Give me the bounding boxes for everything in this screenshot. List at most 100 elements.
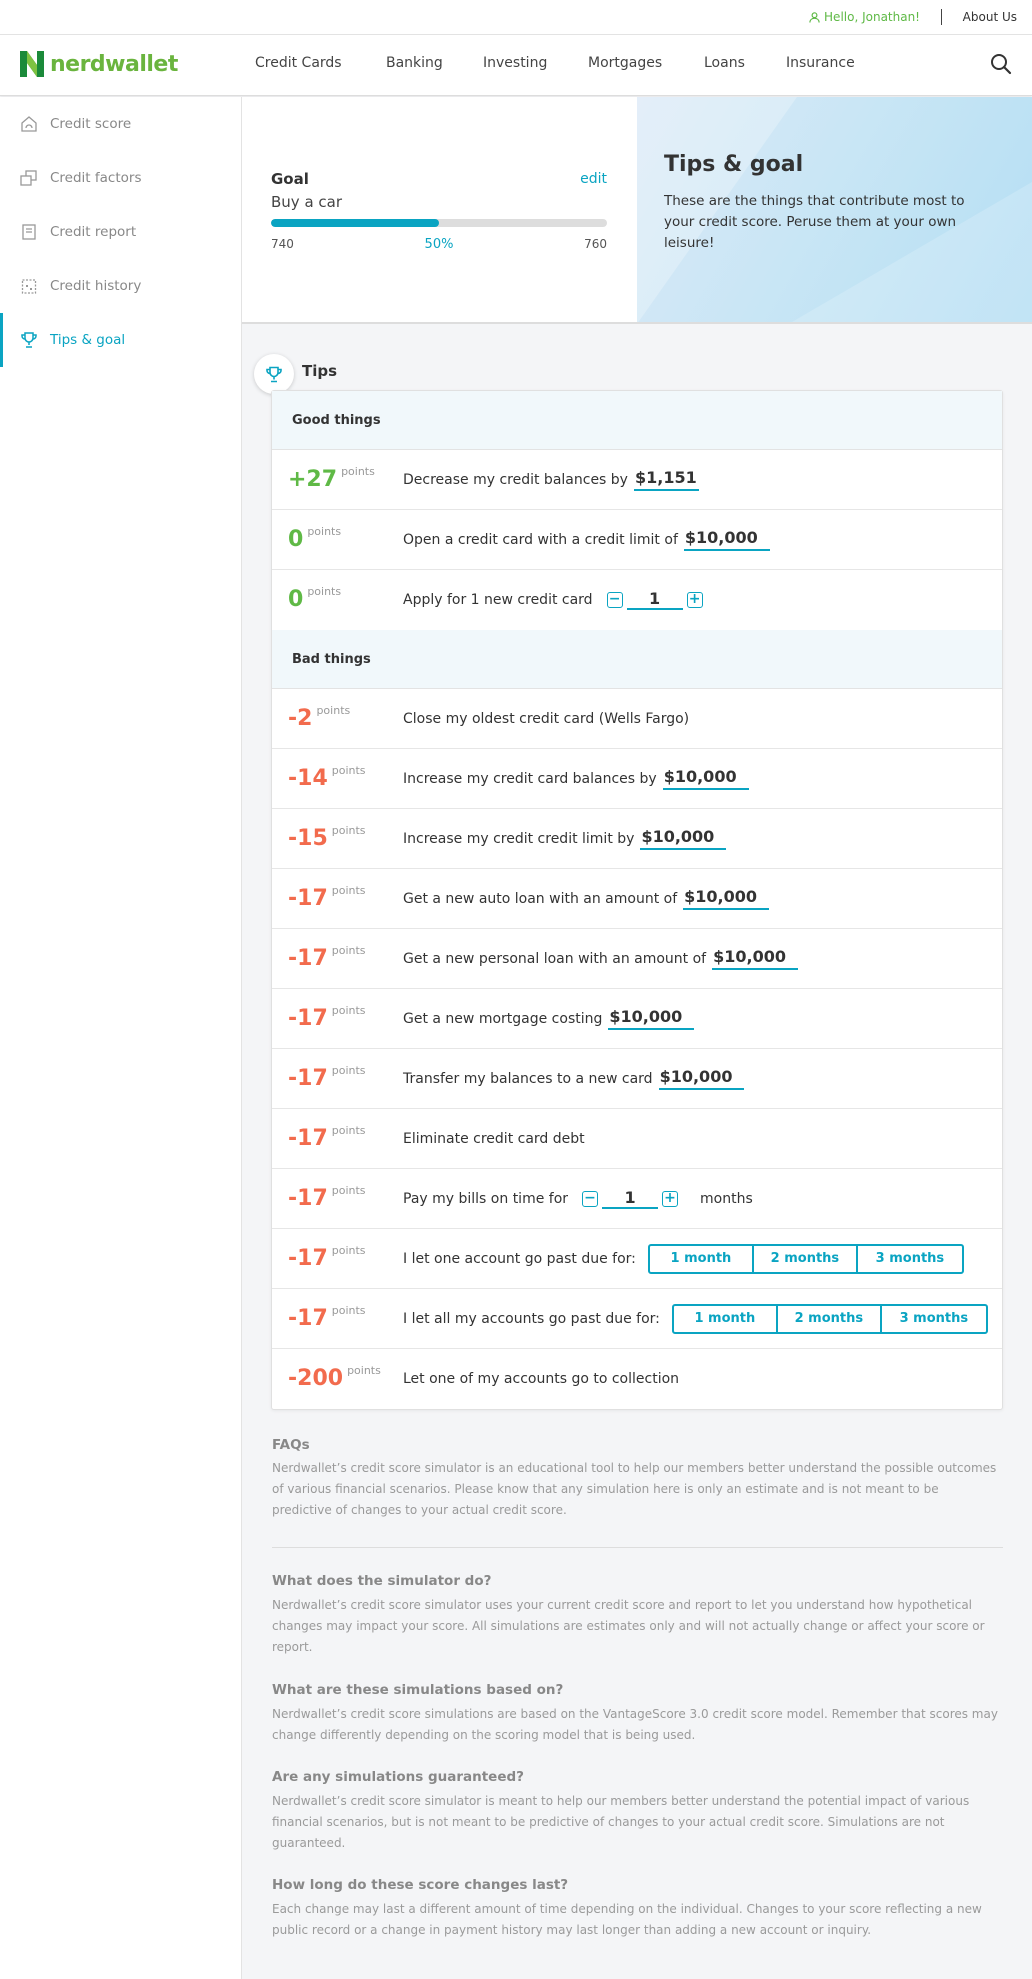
- points-unit: points: [331, 1303, 366, 1317]
- nerdwallet-logo[interactable]: nerdwallet: [20, 51, 178, 77]
- increment-button[interactable]: +: [662, 1190, 679, 1207]
- nav-credit-cards[interactable]: Credit Cards: [255, 55, 342, 71]
- tips-hero-banner: Tips & goal These are the things that co…: [637, 97, 1032, 324]
- tip-row: -17 points Eliminate credit card debt: [272, 1109, 1002, 1169]
- duration-option[interactable]: 1 month: [650, 1245, 754, 1272]
- decrement-button[interactable]: −: [606, 592, 623, 608]
- about-us-link[interactable]: About Us: [963, 10, 1017, 24]
- points-unit: points: [341, 464, 375, 478]
- duration-option[interactable]: 3 months: [858, 1246, 962, 1272]
- points-value: -200: [288, 1366, 344, 1391]
- duration-selector: 1 month 2 months 3 months: [647, 1243, 964, 1274]
- tip-text: Close my oldest credit card (Wells Fargo…: [403, 710, 690, 727]
- points-change: -2 points: [272, 704, 403, 730]
- points-change: -17 points: [272, 944, 403, 971]
- main-nav: nerdwallet Credit Cards Banking Investin…: [0, 35, 1032, 96]
- sidebar-item-credit-factors[interactable]: Credit factors: [0, 151, 241, 205]
- points-change: -17 points: [272, 1064, 403, 1091]
- points-change: -14 points: [272, 764, 403, 791]
- points-value: +27: [288, 466, 338, 492]
- tip-text: Let one of my accounts go to collection: [403, 1371, 680, 1387]
- nav-investing[interactable]: Investing: [483, 55, 547, 71]
- edit-goal-link[interactable]: edit: [580, 171, 607, 187]
- stepper-unit: months: [700, 1190, 753, 1207]
- tip-row: -17 points Get a new personal loan with an…: [272, 929, 1002, 989]
- nav-insurance[interactable]: Insurance: [786, 55, 855, 71]
- goal-panel: Goal edit Buy a car 740 50% 760: [242, 97, 637, 324]
- nav-loans[interactable]: Loans: [704, 55, 745, 71]
- points-change: -17 points: [272, 1304, 403, 1330]
- nav-mortgages[interactable]: Mortgages: [588, 55, 662, 71]
- page-title: Tips & goal: [664, 152, 804, 177]
- points-unit: points: [316, 703, 351, 717]
- amount-input[interactable]: $10,000: [683, 887, 770, 910]
- sidebar-item-label: Credit history: [50, 278, 142, 294]
- amount-input[interactable]: $10,000: [683, 528, 770, 551]
- amount-input[interactable]: $1,151: [633, 468, 699, 491]
- faq-answer: Each change may last a different amount …: [272, 1902, 982, 1937]
- tip-row: -14 points Increase my credit card balance…: [272, 749, 1002, 809]
- tip-text: Apply for 1 new credit card: [403, 592, 593, 608]
- quantity-stepper: −1 +: [582, 1188, 679, 1209]
- tip-row: -17 points I let one account go past due f…: [272, 1229, 1002, 1289]
- points-change: -200 points: [272, 1364, 403, 1391]
- goal-progress-fill: [271, 219, 439, 227]
- sidebar: Credit score Credit factors Credit repor…: [0, 97, 242, 1979]
- amount-input[interactable]: $10,000: [640, 827, 727, 850]
- tip-description: Apply for 1 new credit card −1 +: [403, 590, 703, 610]
- duration-option[interactable]: 3 months: [882, 1306, 986, 1332]
- amount-input[interactable]: $10,000: [658, 1067, 745, 1090]
- tip-description: Get a new mortgage costing $10,000: [403, 1007, 695, 1030]
- faq-item: What does the simulator do? Nerdwallet’s…: [272, 1573, 1002, 1658]
- faq-item: What are these simulations based on? Ner…: [272, 1682, 1002, 1746]
- tip-description: Close my oldest credit card (Wells Fargo…: [403, 711, 689, 727]
- tip-row: 0 points Apply for 1 new credit card −1 +: [272, 570, 1002, 630]
- search-button[interactable]: [990, 53, 1012, 79]
- points-unit: points: [347, 1364, 381, 1377]
- tip-text: Get a new mortgage costing: [403, 1010, 603, 1027]
- duration-option[interactable]: 2 months: [778, 1305, 882, 1332]
- decrement-button[interactable]: −: [582, 1190, 599, 1207]
- tip-row: 0 points Open a credit card with a credit …: [272, 510, 1002, 570]
- duration-option[interactable]: 1 month: [674, 1305, 778, 1332]
- tip-description: Increase my credit card balances by $10,0…: [403, 767, 749, 790]
- sidebar-item-credit-history[interactable]: Credit history: [0, 259, 241, 313]
- duration-option[interactable]: 2 months: [754, 1245, 858, 1272]
- points-value: -17: [288, 1005, 328, 1031]
- tip-description: Eliminate credit card debt: [403, 1131, 585, 1147]
- increment-button[interactable]: +: [686, 592, 703, 608]
- goal-progress-percent: 50%: [424, 237, 454, 252]
- sidebar-item-credit-report[interactable]: Credit report: [0, 205, 241, 259]
- amount-input[interactable]: $10,000: [712, 947, 798, 970]
- points-unit: points: [331, 883, 366, 897]
- faq-item: How long do these score changes last? Ea…: [272, 1877, 1002, 1941]
- faq-answer: Nerdwallet’s credit score simulator uses…: [272, 1598, 985, 1654]
- points-unit: points: [307, 524, 342, 538]
- stepper-value[interactable]: 1: [602, 1188, 659, 1209]
- points-value: -17: [288, 1065, 328, 1091]
- points-value: -15: [288, 825, 328, 851]
- points-change: -17 points: [272, 1004, 403, 1031]
- points-value: -14: [288, 765, 328, 791]
- points-unit: points: [331, 763, 366, 777]
- points-value: 0: [288, 526, 304, 552]
- trophy-icon: [20, 331, 38, 349]
- tip-row: -200 points Let one of my accounts go to c…: [272, 1349, 1002, 1409]
- points-unit: points: [331, 823, 366, 837]
- amount-input[interactable]: $10,000: [608, 1007, 695, 1030]
- goal-label: Goal: [271, 170, 309, 188]
- tip-row: -17 points Pay my bills on time for −1 + mont…: [272, 1169, 1002, 1229]
- stepper-value[interactable]: 1: [626, 590, 683, 610]
- sidebar-item-tips-goal[interactable]: Tips & goal: [0, 313, 241, 367]
- amount-input[interactable]: $10,000: [662, 767, 749, 790]
- utility-bar: Hello, Jonathan! About Us: [0, 0, 1032, 35]
- nav-banking[interactable]: Banking: [386, 55, 443, 71]
- faq-intro: FAQs Nerdwallet’s credit score simulator…: [272, 1437, 1002, 1521]
- user-greeting[interactable]: Hello, Jonathan!: [809, 10, 920, 24]
- sidebar-item-credit-score[interactable]: Credit score: [0, 97, 241, 151]
- tip-text: I let all my accounts go past due for:: [403, 1310, 660, 1327]
- trophy-icon: [266, 366, 282, 382]
- tip-description: Pay my bills on time for −1 + months: [403, 1188, 753, 1209]
- points-value: -17: [288, 945, 328, 971]
- tip-row: -15 points Increase my credit credit limit…: [272, 809, 1002, 869]
